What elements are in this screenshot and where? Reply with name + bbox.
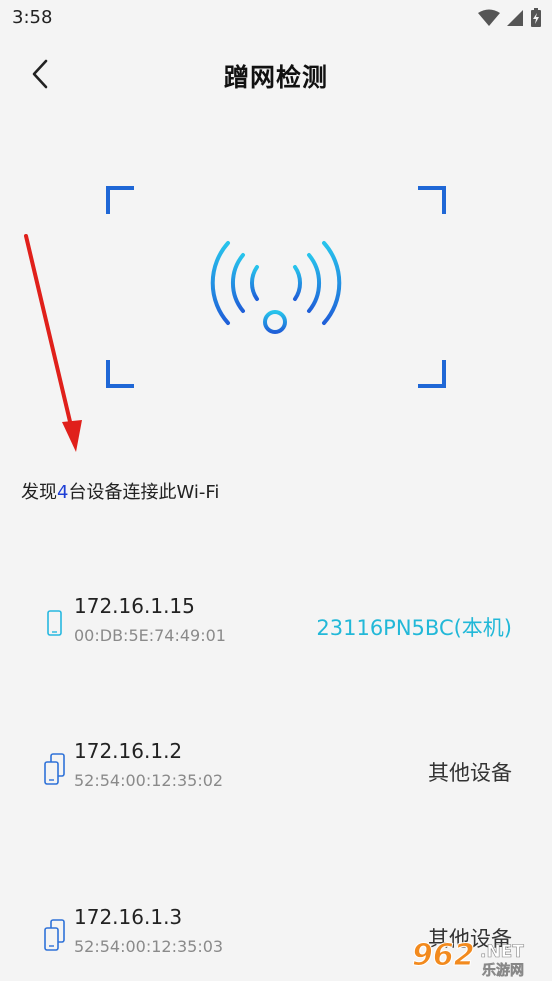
status-time: 3:58 <box>12 7 53 28</box>
device-count-summary: 发现4台设备连接此Wi-Fi <box>21 478 219 504</box>
scan-frame <box>106 186 446 388</box>
frame-corner-top-left <box>106 186 134 214</box>
device-mac: 52:54:00:12:35:03 <box>74 937 224 956</box>
device-count: 4 <box>57 482 69 503</box>
watermark-logo: 962 .NET 乐游网 <box>410 935 546 980</box>
device-row[interactable]: 172.16.1.15 00:DB:5E:74:49:01 23116PN5BC… <box>0 586 552 666</box>
multi-device-icon <box>44 753 65 785</box>
watermark-subtitle: 乐游网 <box>482 962 524 977</box>
watermark-number: 962 <box>412 938 475 973</box>
wifi-key-icon <box>210 241 342 334</box>
status-icons <box>478 8 542 28</box>
page-title: 蹭网检测 <box>223 63 328 92</box>
multi-device-icon <box>44 919 65 951</box>
cell-signal-icon <box>507 10 523 26</box>
device-tag: 23116PN5BC(本机) <box>316 616 512 640</box>
frame-corner-bottom-left <box>106 360 134 388</box>
device-ip: 172.16.1.3 <box>74 905 183 929</box>
device-ip: 172.16.1.2 <box>74 739 183 763</box>
summary-suffix: 台设备连接此Wi-Fi <box>68 482 220 503</box>
watermark-graphic: 962 .NET 乐游网 <box>412 938 525 980</box>
annotation-arrow <box>24 234 82 452</box>
frame-corner-top-right <box>418 186 446 214</box>
watermark-suffix: .NET <box>480 942 524 962</box>
frame-corner-bottom-right <box>418 360 446 388</box>
device-row[interactable]: 172.16.1.2 52:54:00:12:35:02 其他设备 <box>0 731 552 811</box>
phone-icon <box>47 610 62 636</box>
app-bar: 蹭网检测 <box>0 44 552 104</box>
device-mac: 00:DB:5E:74:49:01 <box>74 626 226 645</box>
wifi-signal-icon <box>478 9 500 26</box>
device-tag: 其他设备 <box>428 761 512 785</box>
battery-charging-icon <box>531 8 541 27</box>
device-ip: 172.16.1.15 <box>74 594 195 618</box>
status-bar: 3:58 <box>0 0 552 36</box>
summary-prefix: 发现 <box>21 482 57 503</box>
device-mac: 52:54:00:12:35:02 <box>74 771 224 790</box>
